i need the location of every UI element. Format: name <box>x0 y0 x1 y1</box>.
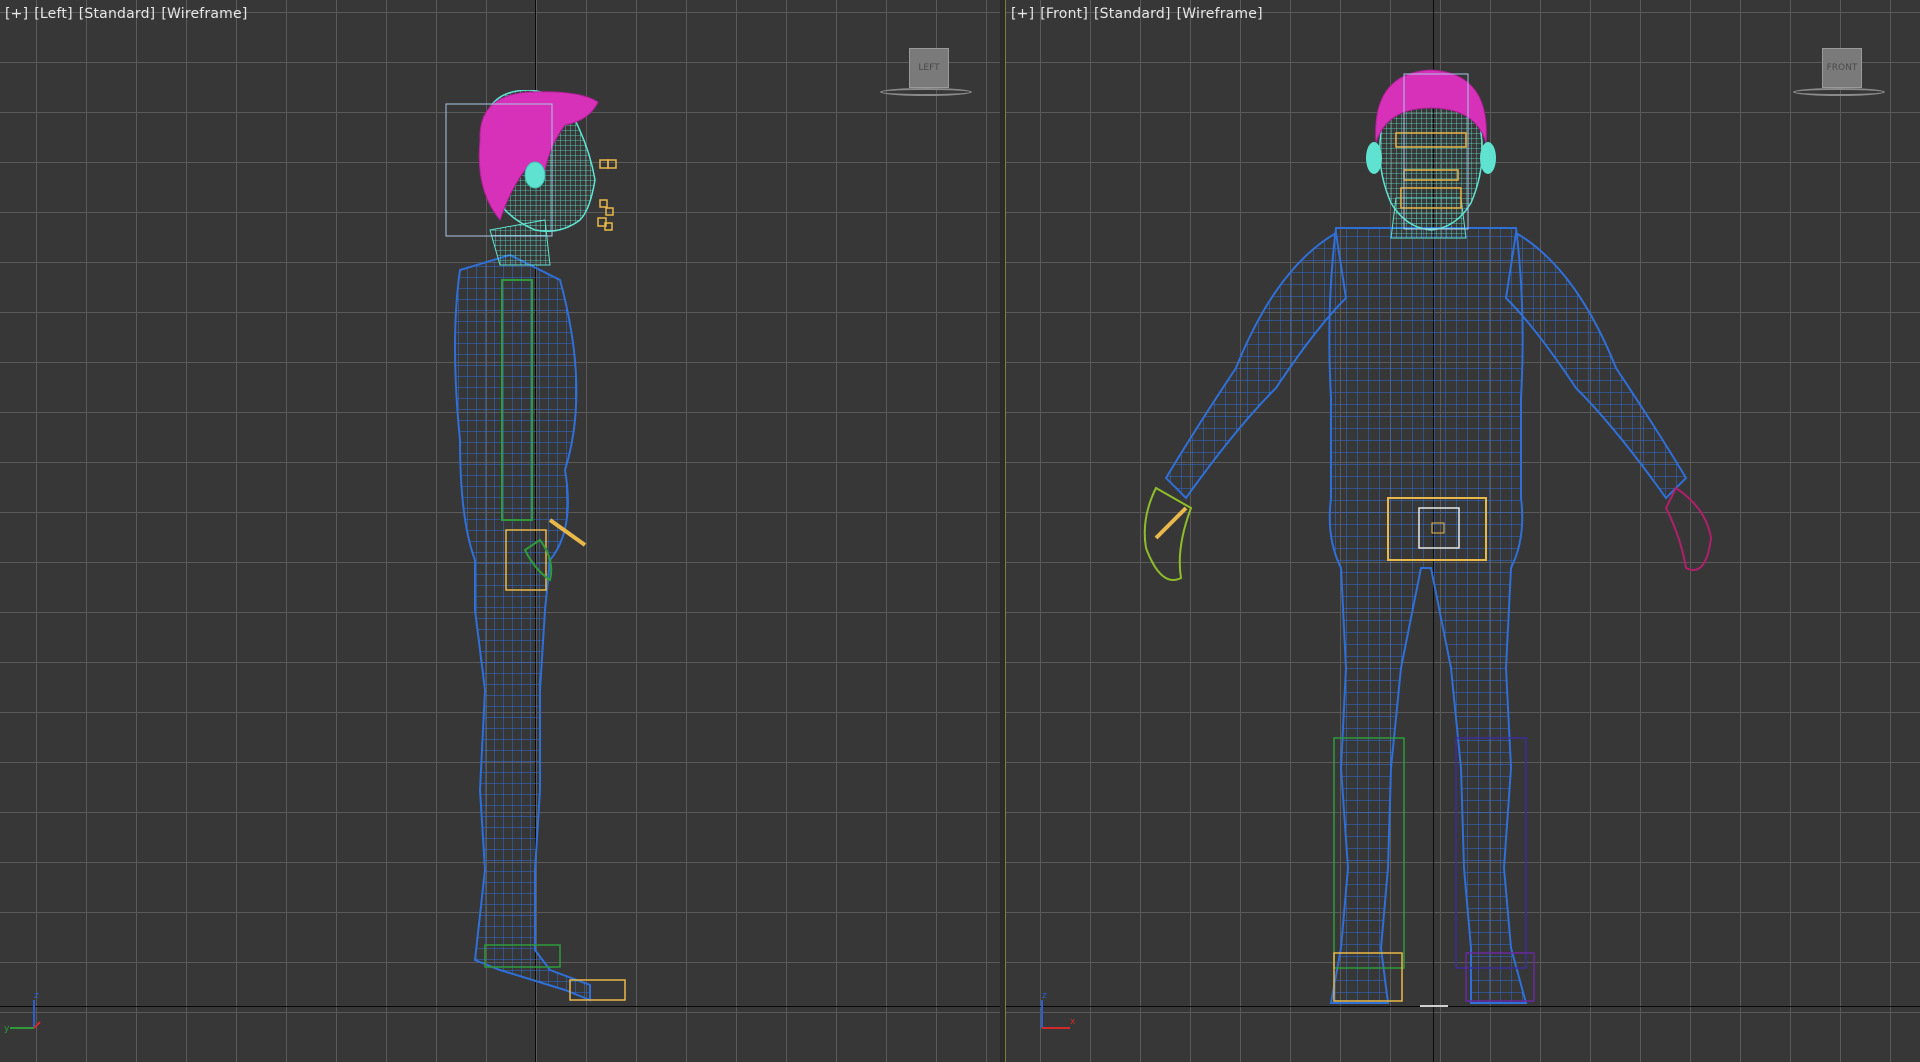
viewport-front-label: [+] [Front] [Standard] [Wireframe] <box>1011 6 1263 22</box>
viewcube[interactable]: LEFT <box>880 48 974 98</box>
character-side-wireframe[interactable] <box>440 90 660 1020</box>
gizmo-x-label: x <box>1070 1017 1076 1027</box>
viewport-mode-button[interactable]: [Wireframe] <box>1177 6 1263 22</box>
viewport-shading-button[interactable]: [Standard] <box>1094 6 1171 22</box>
gizmo-y-label: y <box>4 1024 10 1034</box>
axis-gizmo: z y <box>4 991 44 1034</box>
character-front-wireframe[interactable] <box>1126 68 1746 1018</box>
viewcube[interactable]: FRONT <box>1793 48 1887 98</box>
viewport-left-label: [+] [Left] [Standard] [Wireframe] <box>5 6 247 22</box>
viewport-view-button[interactable]: [Left] <box>34 6 72 22</box>
viewcube-face[interactable]: FRONT <box>1822 48 1862 88</box>
viewport-view-button[interactable]: [Front] <box>1040 6 1088 22</box>
viewport-front[interactable]: [+] [Front] [Standard] [Wireframe] FRONT <box>1006 0 1920 1062</box>
viewport-menu-button[interactable]: [+] <box>5 6 28 22</box>
viewcube-ring[interactable] <box>1793 88 1885 96</box>
viewcube-face[interactable]: LEFT <box>909 48 949 88</box>
gizmo-z-label: z <box>1042 991 1047 1001</box>
viewport-menu-button[interactable]: [+] <box>1011 6 1034 22</box>
viewport-mode-button[interactable]: [Wireframe] <box>161 6 247 22</box>
viewport-left[interactable]: [+] [Left] [Standard] [Wireframe] LEFT z… <box>0 0 1000 1062</box>
gizmo-z-label: z <box>34 991 39 1001</box>
viewcube-ring[interactable] <box>880 88 972 96</box>
axis-gizmo: z x <box>1032 991 1076 1032</box>
viewport-shading-button[interactable]: [Standard] <box>79 6 156 22</box>
